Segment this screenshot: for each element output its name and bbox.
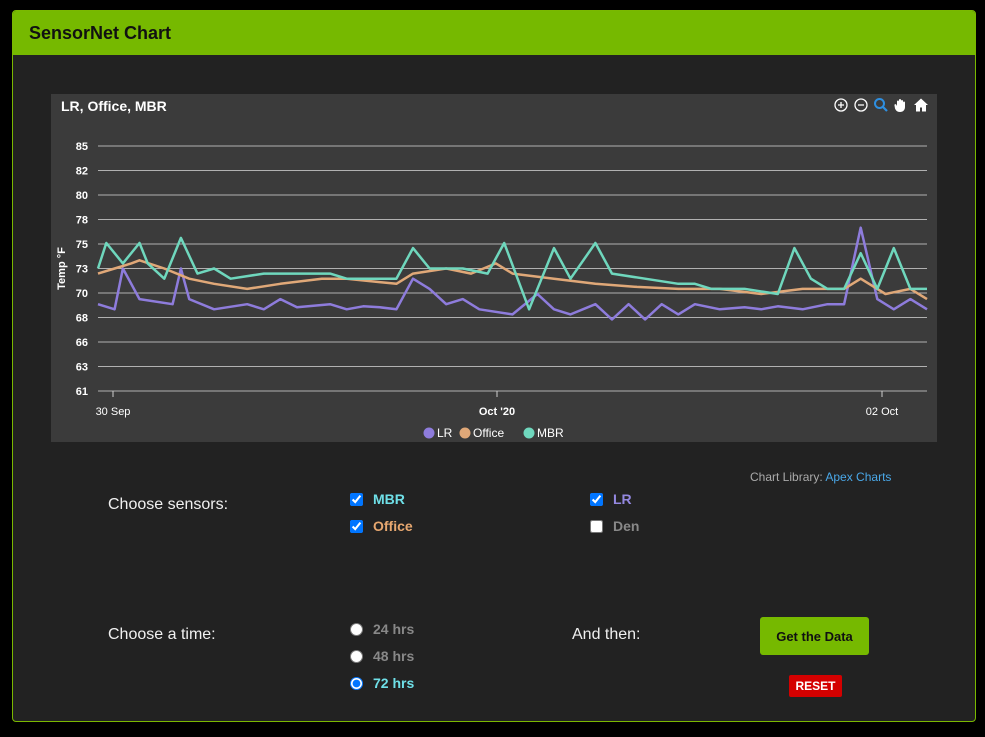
legend-label-mbr: MBR — [537, 426, 564, 440]
time-radio-48[interactable] — [350, 649, 363, 663]
sensors-label: Choose sensors: — [108, 496, 229, 513]
sensor-checkbox-lr[interactable] — [590, 492, 603, 506]
y-tick-label: 73 — [76, 264, 88, 276]
x-tick-label: Oct '20 — [479, 406, 515, 418]
then-label: And then: — [572, 626, 641, 643]
chart-container: LR, Office, MBR 85 82 80 78 75 73 70 68 66 63 61 Te… — [51, 94, 937, 442]
time-option-48[interactable]: 48 hrs — [350, 648, 414, 664]
legend-marker-mbr — [523, 427, 535, 439]
sensor-checkbox-office[interactable] — [350, 519, 363, 533]
sensor-option-mbr[interactable]: MBR — [350, 491, 405, 507]
chart-plot: 85 82 80 78 75 73 70 68 66 63 61 Temp °F 30 Sep Oct '… — [56, 141, 928, 440]
sensor-option-office[interactable]: Office — [350, 518, 413, 534]
sensor-label-den: Den — [613, 518, 640, 534]
time-radio-72[interactable] — [350, 676, 363, 690]
sensor-option-lr[interactable]: LR — [590, 491, 632, 507]
y-tick-label: 80 — [76, 190, 88, 202]
sensor-label-office: Office — [373, 518, 413, 534]
credit-prefix: Chart Library: — [750, 470, 823, 484]
time-label-24: 24 hrs — [373, 621, 415, 637]
chart-credit: Chart Library: Apex Charts — [750, 470, 891, 484]
y-tick-label: 85 — [76, 141, 88, 153]
y-tick-label: 75 — [76, 239, 88, 251]
x-tick-label: 02 Oct — [866, 406, 898, 418]
y-tick-label: 66 — [76, 337, 88, 349]
y-tick-label: 82 — [76, 166, 88, 178]
legend-label-office: Office — [473, 426, 504, 440]
time-label: Choose a time: — [108, 626, 216, 643]
sensor-label-mbr: MBR — [373, 491, 405, 507]
time-option-72[interactable]: 72 hrs — [350, 675, 414, 691]
y-tick-label: 63 — [76, 362, 88, 374]
sensor-checkbox-mbr[interactable] — [350, 492, 363, 506]
y-tick-label: 61 — [76, 386, 88, 398]
x-tick-label: 30 Sep — [96, 406, 131, 418]
time-radio-24[interactable] — [350, 622, 363, 636]
legend-marker-office — [459, 427, 471, 439]
sensor-label-lr: LR — [613, 491, 632, 507]
y-tick-label: 78 — [76, 215, 88, 227]
sensornet-panel: SensorNet Chart LR, Office, MBR 85 82 80 78… — [12, 10, 976, 722]
time-option-24[interactable]: 24 hrs — [350, 621, 414, 637]
legend-marker-lr — [423, 427, 435, 439]
reset-button[interactable]: RESET — [789, 675, 842, 697]
legend-label-lr: LR — [437, 426, 453, 440]
y-tick-label: 70 — [76, 288, 88, 300]
time-label-48: 48 hrs — [373, 648, 415, 664]
panel-title: SensorNet Chart — [13, 11, 975, 55]
y-axis-title: Temp °F — [56, 247, 68, 290]
apex-charts-link[interactable]: Apex Charts — [825, 470, 891, 484]
get-data-button[interactable]: Get the Data — [760, 617, 869, 655]
sensor-option-den[interactable]: Den — [590, 518, 639, 534]
y-tick-label: 68 — [76, 313, 88, 325]
time-label-72: 72 hrs — [373, 675, 415, 691]
sensor-checkbox-den[interactable] — [590, 519, 603, 533]
